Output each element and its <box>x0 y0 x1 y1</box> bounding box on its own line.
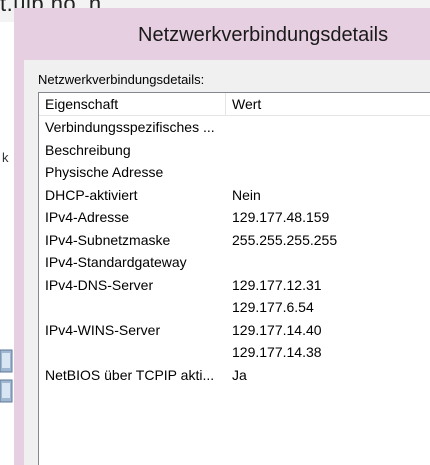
property-cell: IPv4-Standardgateway <box>45 254 187 270</box>
list-item[interactable]: DHCP-aktiviert Nein <box>39 184 430 206</box>
list-item[interactable]: IPv4-WINS-Server 129.177.14.40 <box>39 319 430 341</box>
value-cell: 129.177.6.54 <box>232 299 314 315</box>
list-item[interactable]: 129.177.6.54 <box>39 296 430 318</box>
list-header: Eigenschaft Wert <box>39 93 430 116</box>
dialog-client-area: Netzwerkverbindungsdetails: Eigenschaft … <box>24 60 430 465</box>
property-cell: IPv4-DNS-Server <box>45 276 154 293</box>
property-cell: DHCP-aktiviert <box>45 186 138 203</box>
value-cell: 129.177.14.40 <box>232 321 322 338</box>
dialog-titlebar[interactable]: Netzwerkverbindungsdetails <box>14 8 430 60</box>
list-item[interactable]: Verbindungsspezifisches ... <box>39 116 430 138</box>
value-cell: 255.255.255.255 <box>232 231 338 248</box>
list-item[interactable]: Beschreibung <box>39 139 430 161</box>
property-cell: IPv4-Subnetzmaske <box>45 231 171 248</box>
dialog-title: Netzwerkverbindungsdetails <box>138 24 389 46</box>
property-cell <box>45 341 223 363</box>
value-cell <box>232 116 422 138</box>
network-details-dialog: Netzwerkverbindungsdetails Netzwerkverbi… <box>14 8 430 465</box>
value-cell <box>232 251 422 273</box>
property-cell <box>45 296 223 318</box>
details-group-label: Netzwerkverbindungsdetails: <box>38 72 205 87</box>
background-window-strip: k <box>0 22 14 465</box>
value-cell: 129.177.12.31 <box>232 276 322 293</box>
list-item[interactable]: IPv4-Standardgateway <box>39 251 430 273</box>
column-header-property[interactable]: Eigenschaft <box>39 93 225 115</box>
value-cell <box>232 161 422 183</box>
list-item[interactable]: IPv4-Adresse 129.177.48.159 <box>39 206 430 228</box>
property-cell: IPv4-Adresse <box>45 209 130 225</box>
property-cell: NetBIOS über TCPIP akti... <box>45 366 215 383</box>
list-item[interactable]: 129.177.14.38 <box>39 341 430 363</box>
details-list-view[interactable]: Eigenschaft Wert Verbindungsspezifisches… <box>38 92 430 465</box>
property-cell: Verbindungsspezifisches ... <box>45 119 215 135</box>
network-monitor-icon <box>0 349 13 403</box>
list-item[interactable]: Physische Adresse <box>39 161 430 183</box>
property-cell: Beschreibung <box>45 141 131 158</box>
value-cell: 129.177.14.38 <box>232 344 322 360</box>
value-cell: 129.177.48.159 <box>232 209 330 225</box>
property-cell: Physische Adresse <box>45 164 164 180</box>
value-cell <box>232 139 422 161</box>
background-letter: k <box>2 150 9 165</box>
list-item[interactable]: IPv4-DNS-Server 129.177.12.31 <box>39 274 430 296</box>
value-cell: Nein <box>232 186 261 203</box>
list-item[interactable]: NetBIOS über TCPIP akti... Ja <box>39 364 430 386</box>
list-item[interactable]: IPv4-Subnetzmaske 255.255.255.255 <box>39 229 430 251</box>
value-cell: Ja <box>232 366 247 383</box>
column-header-value[interactable]: Wert <box>226 93 430 115</box>
property-cell: IPv4-WINS-Server <box>45 321 161 338</box>
